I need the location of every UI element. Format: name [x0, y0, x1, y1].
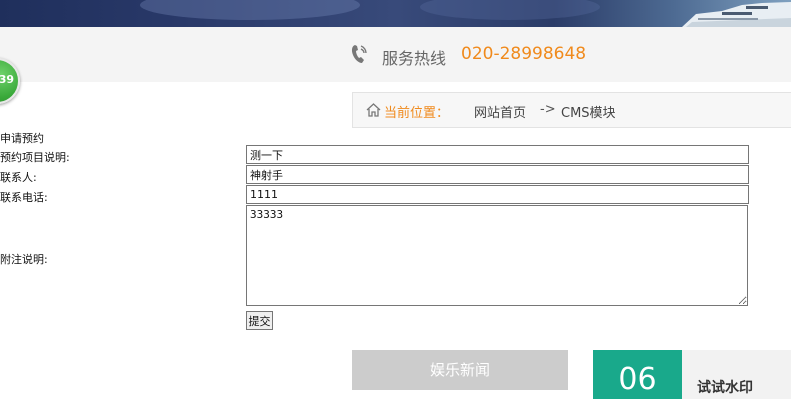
notes-label: 附注说明: — [0, 253, 48, 266]
badge-text: 39 — [0, 73, 14, 86]
contact-name-input[interactable] — [246, 165, 749, 184]
banner-cloud — [140, 0, 360, 20]
breadcrumb-current-label: 当前位置： — [384, 106, 450, 121]
contact-phone-input[interactable] — [246, 185, 749, 204]
hotline-number: 020-28998648 — [461, 44, 587, 64]
news-tab[interactable]: 娱乐新闻 — [352, 350, 568, 390]
form-title: 申请预约 — [0, 132, 44, 145]
project-description-label: 预约项目说明: — [0, 151, 70, 164]
yacht-image — [682, 2, 791, 27]
news-number-badge: 06 — [593, 350, 682, 399]
breadcrumb-home-link[interactable]: 网站首页 — [474, 102, 526, 121]
phone-icon — [351, 45, 367, 63]
header-banner — [0, 0, 791, 27]
breadcrumb-separator: -> — [540, 102, 556, 117]
banner-cloud — [420, 0, 600, 20]
home-icon — [366, 103, 381, 117]
contact-name-label: 联系人: — [0, 171, 37, 184]
contact-phone-label: 联系电话: — [0, 191, 48, 204]
submit-button[interactable]: 提交 — [246, 311, 273, 330]
breadcrumb-module-link[interactable]: CMS模块 — [561, 102, 616, 121]
notes-textarea[interactable]: 33333 — [246, 205, 748, 306]
project-description-input[interactable] — [246, 145, 749, 164]
news-item-title[interactable]: 试试水印 — [697, 377, 753, 397]
hotline-label: 服务热线 — [382, 49, 447, 68]
